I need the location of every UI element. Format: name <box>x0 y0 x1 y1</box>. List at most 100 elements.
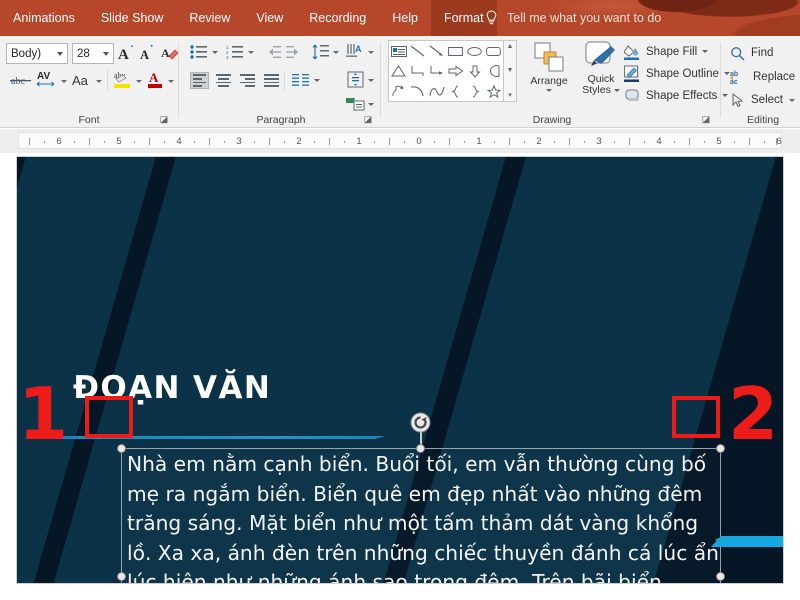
drawing-dialog-launcher[interactable]: ◪ <box>700 113 712 125</box>
shapes-gallery-scrollbar[interactable]: ▲ ▼ ▾ <box>504 40 517 102</box>
shape-fill-button[interactable]: Shape Fill <box>624 41 709 62</box>
tab-recording[interactable]: Recording <box>296 0 379 36</box>
shape-rounded-rectangle[interactable] <box>484 41 503 61</box>
tab-view[interactable]: View <box>243 0 296 36</box>
font-size-box[interactable]: 28 <box>72 43 114 64</box>
right-brace-shape-icon <box>472 85 480 97</box>
replace-icon: ab ac <box>730 71 738 85</box>
shape-right-angle[interactable] <box>408 61 427 81</box>
arrange-button[interactable]: Arrange <box>526 40 572 106</box>
increase-indent-button[interactable] <box>286 45 303 59</box>
shape-down-arrow[interactable] <box>465 61 484 81</box>
font-dialog-launcher[interactable]: ◪ <box>158 113 170 125</box>
resize-handle-top-right[interactable] <box>716 444 725 453</box>
align-right-button[interactable] <box>238 72 257 89</box>
shape-star[interactable] <box>484 81 503 101</box>
font-color-button[interactable]: A <box>147 69 164 94</box>
shape-scribble[interactable] <box>389 81 408 101</box>
tab-animations[interactable]: Animations <box>0 0 88 36</box>
chevron-down-icon[interactable] <box>368 51 374 54</box>
shape-outline-label: Shape Outline <box>646 67 719 80</box>
shape-arc[interactable] <box>427 81 446 101</box>
chevron-down-icon[interactable] <box>136 80 142 83</box>
tab-help[interactable]: Help <box>379 0 431 36</box>
chevron-down-icon[interactable] <box>546 89 552 92</box>
align-text-button[interactable] <box>346 70 365 89</box>
replace-button[interactable]: ab ac Replace <box>730 66 800 88</box>
tell-me-search[interactable]: Tell me what you want to do <box>485 0 661 36</box>
text-direction-button[interactable]: A <box>346 43 365 60</box>
shape-left-brace[interactable] <box>446 81 465 101</box>
shape-elbow-connector[interactable] <box>427 61 446 81</box>
more-shapes-icon[interactable]: ▾ <box>508 91 512 99</box>
chevron-down-icon[interactable] <box>168 80 174 83</box>
strikethrough-button[interactable]: abc <box>10 72 32 93</box>
shapes-gallery[interactable] <box>388 40 504 102</box>
resize-handle-top-left[interactable] <box>117 444 126 453</box>
resize-handle-top-center[interactable] <box>416 444 425 453</box>
clear-formatting-button[interactable]: A <box>161 44 179 67</box>
align-left-button[interactable] <box>190 72 209 89</box>
scroll-down-icon[interactable]: ▼ <box>507 67 514 74</box>
text-placeholder-selection-box[interactable] <box>121 448 721 583</box>
horizontal-ruler[interactable]: 6 5 4 3 2 1 0 1 2 3 4 5 6 <box>0 129 800 280</box>
resize-handle-middle-right[interactable] <box>716 572 725 581</box>
chevron-down-icon[interactable] <box>57 51 63 56</box>
bullets-button[interactable] <box>190 45 207 59</box>
shape-outline-button[interactable]: Shape Outline <box>624 63 730 84</box>
chevron-down-icon[interactable] <box>314 79 320 82</box>
paragraph-dialog-launcher[interactable]: ◪ <box>362 113 374 125</box>
convert-to-smartart-button[interactable] <box>346 96 365 112</box>
tab-slide-show[interactable]: Slide Show <box>88 0 177 36</box>
shape-line[interactable] <box>408 41 427 61</box>
chevron-down-icon[interactable] <box>61 80 67 83</box>
shape-textbox[interactable] <box>389 41 408 61</box>
shape-triangle[interactable] <box>389 61 408 81</box>
line-spacing-button[interactable] <box>312 44 329 60</box>
scroll-up-icon[interactable]: ▲ <box>507 43 514 50</box>
text-highlight-color-button[interactable]: aby <box>113 69 132 94</box>
change-case-button[interactable]: Aa <box>72 74 88 87</box>
rounded-rectangle-shape-icon <box>486 46 501 56</box>
shape-oval[interactable] <box>465 41 484 61</box>
line-spacing-icon <box>312 44 329 60</box>
decrease-font-size-button[interactable]: A <box>139 44 157 67</box>
shape-right-brace[interactable] <box>465 81 484 101</box>
font-name-box[interactable]: Body) <box>6 43 68 64</box>
align-center-button[interactable] <box>214 72 233 89</box>
slide-canvas[interactable]: ĐOẠN VĂN Nhà em nằm cạnh biển. Buổi tối,… <box>16 156 784 584</box>
chevron-down-icon[interactable] <box>96 80 102 83</box>
chevron-down-icon[interactable] <box>702 50 709 53</box>
ruler-number: 2 <box>536 136 542 147</box>
chevron-down-icon[interactable] <box>788 98 795 102</box>
chevron-down-icon[interactable] <box>103 51 109 56</box>
tab-review[interactable]: Review <box>176 0 243 36</box>
shape-effects-button[interactable]: Shape Effects <box>624 85 729 106</box>
increase-font-size-button[interactable]: A <box>118 44 136 67</box>
decrease-indent-button[interactable] <box>262 45 281 59</box>
quick-styles-button[interactable]: Quick Styles <box>578 40 624 106</box>
character-spacing-button[interactable]: AV <box>36 69 58 94</box>
ruler-number: 5 <box>116 136 122 147</box>
divider <box>380 42 381 118</box>
justify-button[interactable] <box>262 72 281 89</box>
chevron-down-icon[interactable] <box>212 51 218 54</box>
shape-arrow[interactable] <box>427 41 446 61</box>
shape-rectangle[interactable] <box>446 41 465 61</box>
annotation-marker-one: 1 <box>18 372 69 456</box>
chevron-down-icon[interactable] <box>368 79 374 82</box>
shape-effects-label: Shape Effects <box>646 89 718 102</box>
resize-handle-middle-left[interactable] <box>117 572 126 581</box>
shape-pie[interactable] <box>484 61 503 81</box>
chevron-down-icon[interactable] <box>613 88 620 92</box>
chevron-down-icon[interactable] <box>368 103 374 106</box>
columns-button[interactable] <box>292 73 309 87</box>
shape-curve[interactable] <box>408 81 427 101</box>
chevron-down-icon[interactable] <box>248 51 254 54</box>
shape-right-arrow[interactable] <box>446 61 465 81</box>
rotation-handle[interactable] <box>410 412 431 433</box>
numbering-button[interactable]: 1 2 3 <box>226 45 243 60</box>
select-button[interactable]: Select <box>730 89 795 111</box>
find-button[interactable]: Find <box>730 42 773 64</box>
chevron-down-icon[interactable] <box>333 51 339 54</box>
